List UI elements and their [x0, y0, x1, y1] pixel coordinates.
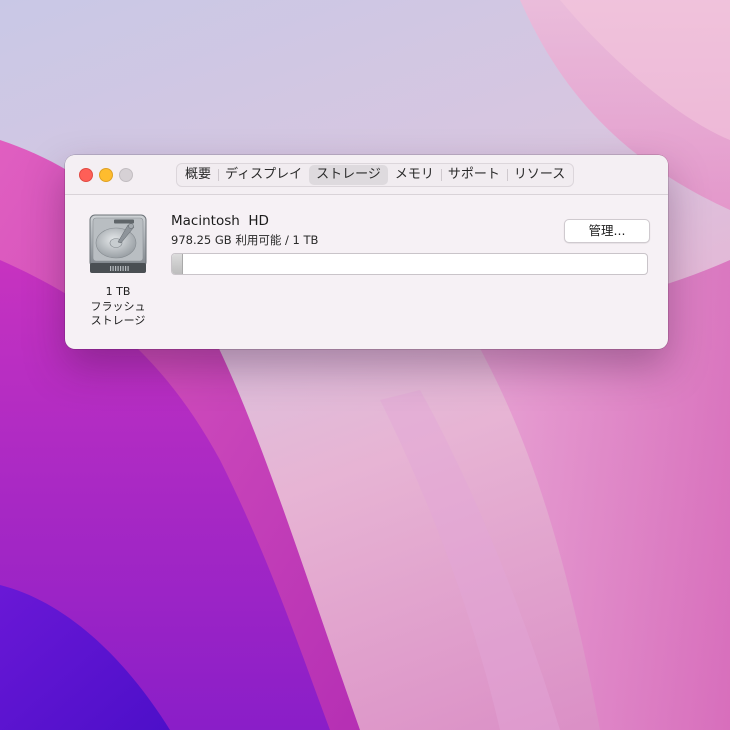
drive-type-label: フラッシュ	[90, 299, 146, 313]
storage-panel: 1 TB フラッシュ ストレージ Macintosh HD 978.25 GB …	[65, 195, 668, 349]
hard-drive-icon	[89, 214, 147, 273]
about-this-mac-window: 概要 ディスプレイ ストレージ メモリ サポート リソース 1 TB フラッシュ…	[65, 155, 668, 349]
tab-overview[interactable]: 概要	[178, 165, 218, 185]
storage-usage-bar	[171, 253, 648, 275]
manage-button[interactable]: 管理...	[564, 219, 650, 243]
close-button[interactable]	[79, 168, 93, 182]
tab-displays[interactable]: ディスプレイ	[218, 165, 309, 185]
tab-resources[interactable]: リソース	[506, 165, 572, 185]
storage-usage-fill	[172, 254, 184, 274]
drive-caption: 1 TB フラッシュ ストレージ	[78, 285, 158, 329]
tab-storage[interactable]: ストレージ	[309, 165, 388, 185]
wallpaper-graphic	[0, 0, 730, 730]
minimize-button[interactable]	[99, 168, 113, 182]
volume-capacity: 978.25 GB 利用可能 / 1 TB	[171, 233, 319, 247]
desktop-wallpaper	[0, 0, 730, 730]
volume-name: Macintosh HD	[171, 213, 269, 229]
tab-support[interactable]: サポート	[440, 165, 507, 185]
window-titlebar[interactable]: 概要 ディスプレイ ストレージ メモリ サポート リソース	[65, 155, 668, 195]
tab-memory[interactable]: メモリ	[388, 165, 441, 185]
drive-kind-label: ストレージ	[90, 314, 146, 327]
zoom-button[interactable]	[119, 168, 133, 182]
drive-capacity-label: 1 TB	[105, 285, 131, 298]
tab-bar: 概要 ディスプレイ ストレージ メモリ サポート リソース	[176, 163, 575, 187]
